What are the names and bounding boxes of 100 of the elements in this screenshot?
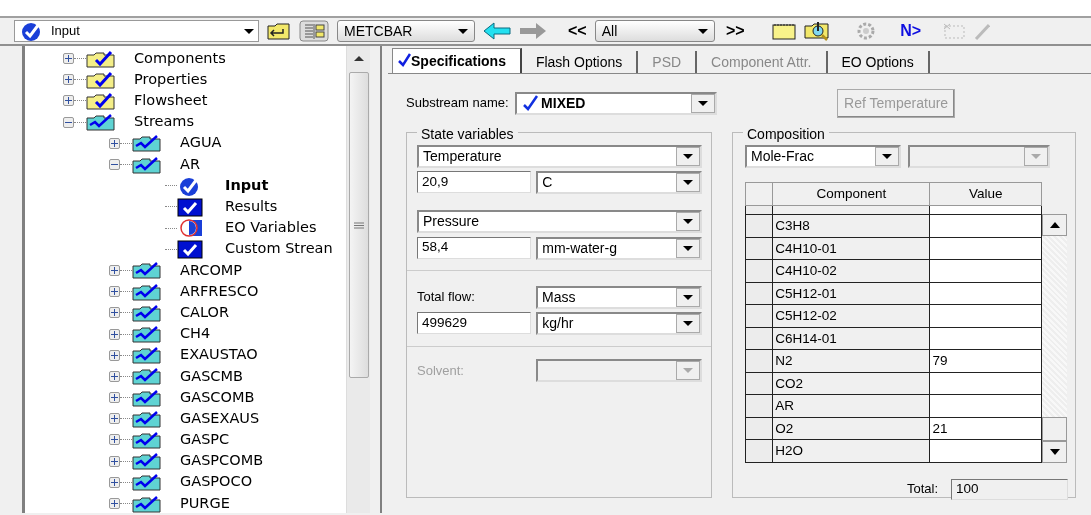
- tree-item[interactable]: GASPCOMB: [180, 450, 264, 473]
- tree-item[interactable]: CH4: [180, 323, 211, 345]
- tree-item[interactable]: Flowsheet: [134, 90, 208, 112]
- tree-item[interactable]: ARCOMP: [180, 259, 243, 282]
- tree-item[interactable]: PURGE: [180, 492, 230, 513]
- notepad-icon[interactable]: [772, 22, 797, 40]
- expander-plus-icon[interactable]: [109, 264, 120, 276]
- stream-folder-icon: [132, 388, 162, 407]
- expander-plus-icon[interactable]: [63, 74, 74, 86]
- row-header[interactable]: [745, 259, 773, 282]
- stream-folder-icon: [132, 452, 162, 471]
- tree-item[interactable]: EO Variables: [225, 217, 317, 239]
- row-header[interactable]: [745, 282, 773, 305]
- filter-select[interactable]: All: [594, 20, 715, 42]
- table-cell: C4H10-01: [772, 237, 930, 260]
- tree-item[interactable]: Results: [225, 196, 278, 218]
- unit-select[interactable]: kg/hr: [536, 311, 703, 335]
- stream-folder-icon: [86, 113, 116, 132]
- row-header[interactable]: [745, 439, 773, 462]
- folder-up-icon[interactable]: [267, 22, 291, 40]
- tree-item[interactable]: EXAUSTAO: [180, 344, 258, 367]
- scroll-up-icon[interactable]: [352, 54, 365, 62]
- row-header[interactable]: [745, 417, 773, 440]
- tree-item[interactable]: GASPC: [180, 429, 230, 451]
- dotted-box-icon[interactable]: [942, 22, 967, 40]
- stream-folder-icon: [132, 367, 162, 386]
- tree-item[interactable]: Streams: [134, 111, 195, 134]
- variable-select[interactable]: Pressure: [417, 210, 702, 234]
- row-header[interactable]: [745, 372, 773, 395]
- tree-item[interactable]: GASCMB: [180, 365, 243, 388]
- expander-plus-icon[interactable]: [109, 370, 120, 382]
- tree-item[interactable]: CALOR: [180, 301, 230, 324]
- tab[interactable]: Specifications: [392, 48, 522, 73]
- variable-select[interactable]: Temperature: [417, 145, 702, 168]
- grip-icon: [353, 221, 364, 229]
- next-input-button[interactable]: N>: [900, 23, 922, 39]
- half-circle-icon: [177, 218, 203, 239]
- stream-folder-icon: [132, 494, 162, 513]
- basis-select[interactable]: Mole-Frac: [745, 145, 901, 168]
- row-header[interactable]: [745, 394, 773, 417]
- scroll-thumb[interactable]: [1042, 416, 1067, 441]
- tree-item[interactable]: Components: [134, 47, 226, 70]
- expander-plus-icon[interactable]: [109, 476, 120, 488]
- left-arrow-icon[interactable]: [483, 22, 511, 40]
- substream-select[interactable]: MIXED: [515, 91, 718, 115]
- row-header[interactable]: [745, 304, 773, 327]
- expander-plus-icon[interactable]: [109, 286, 120, 298]
- column-header[interactable]: Component: [772, 182, 930, 206]
- table-cell: O2: [772, 417, 930, 440]
- table-cell: C3H8: [772, 214, 930, 237]
- folder-check-icon: [86, 49, 116, 68]
- expander-plus-icon[interactable]: [109, 455, 120, 467]
- row-header[interactable]: [745, 214, 773, 237]
- next-button[interactable]: >>: [725, 23, 745, 39]
- run-id-select[interactable]: METCBAR: [337, 20, 475, 42]
- expander-plus-icon[interactable]: [109, 434, 120, 446]
- expander-plus-icon[interactable]: [109, 392, 120, 404]
- row-header[interactable]: [745, 349, 773, 372]
- basis-select[interactable]: Mass: [536, 285, 702, 309]
- expander-plus-icon[interactable]: [63, 95, 74, 107]
- expander-minus-icon[interactable]: [63, 116, 74, 128]
- expander-plus-icon[interactable]: [109, 307, 120, 319]
- tree-item[interactable]: GASEXAUS: [180, 407, 260, 430]
- tree-item[interactable]: Properties: [134, 68, 208, 91]
- tree-item[interactable]: GASCOMB: [180, 386, 255, 409]
- table-cell: C4H10-02: [772, 259, 930, 282]
- tree-item[interactable]: Custom Strean: [225, 238, 333, 261]
- stream-folder-icon: [132, 409, 162, 428]
- expander-minus-icon[interactable]: [109, 159, 120, 171]
- expander-plus-icon[interactable]: [109, 137, 120, 149]
- unit-select[interactable]: mm-water-g: [536, 236, 703, 260]
- column-header[interactable]: Value: [929, 182, 1042, 206]
- row-header[interactable]: [745, 327, 773, 350]
- scroll-down-button[interactable]: [1042, 440, 1067, 463]
- expander-plus-icon[interactable]: [109, 328, 120, 340]
- unit-select[interactable]: C: [536, 171, 703, 195]
- previous-button[interactable]: <<: [568, 23, 587, 39]
- total-label: Total:: [906, 480, 938, 499]
- form-select[interactable]: Input: [14, 20, 259, 42]
- value-field[interactable]: 58,4: [417, 236, 531, 259]
- tree-item[interactable]: AGUA: [180, 132, 222, 155]
- solvent-select[interactable]: [536, 358, 702, 382]
- expander-plus-icon[interactable]: [63, 53, 74, 65]
- expander-plus-icon[interactable]: [109, 349, 120, 361]
- row-header[interactable]: [745, 237, 773, 260]
- scrollbar-thumb[interactable]: [348, 72, 369, 378]
- folder-check-icon: [86, 91, 116, 110]
- checkmark-icon: [397, 53, 411, 67]
- tree-item[interactable]: AR: [180, 153, 200, 176]
- value-field[interactable]: 20,9: [417, 171, 531, 194]
- tree-item[interactable]: Input: [225, 174, 269, 197]
- scroll-up-button[interactable]: [1042, 214, 1067, 236]
- units-select[interactable]: [907, 145, 1050, 168]
- expander-plus-icon[interactable]: [109, 498, 120, 510]
- folder-check-icon: [86, 70, 116, 89]
- expander-plus-icon[interactable]: [109, 413, 120, 425]
- value-field[interactable]: 499629: [417, 311, 531, 334]
- tree-item[interactable]: GASPOCO: [180, 471, 253, 494]
- tree-item[interactable]: ARFRESCO: [180, 280, 259, 303]
- tree-view-icon[interactable]: [299, 20, 329, 42]
